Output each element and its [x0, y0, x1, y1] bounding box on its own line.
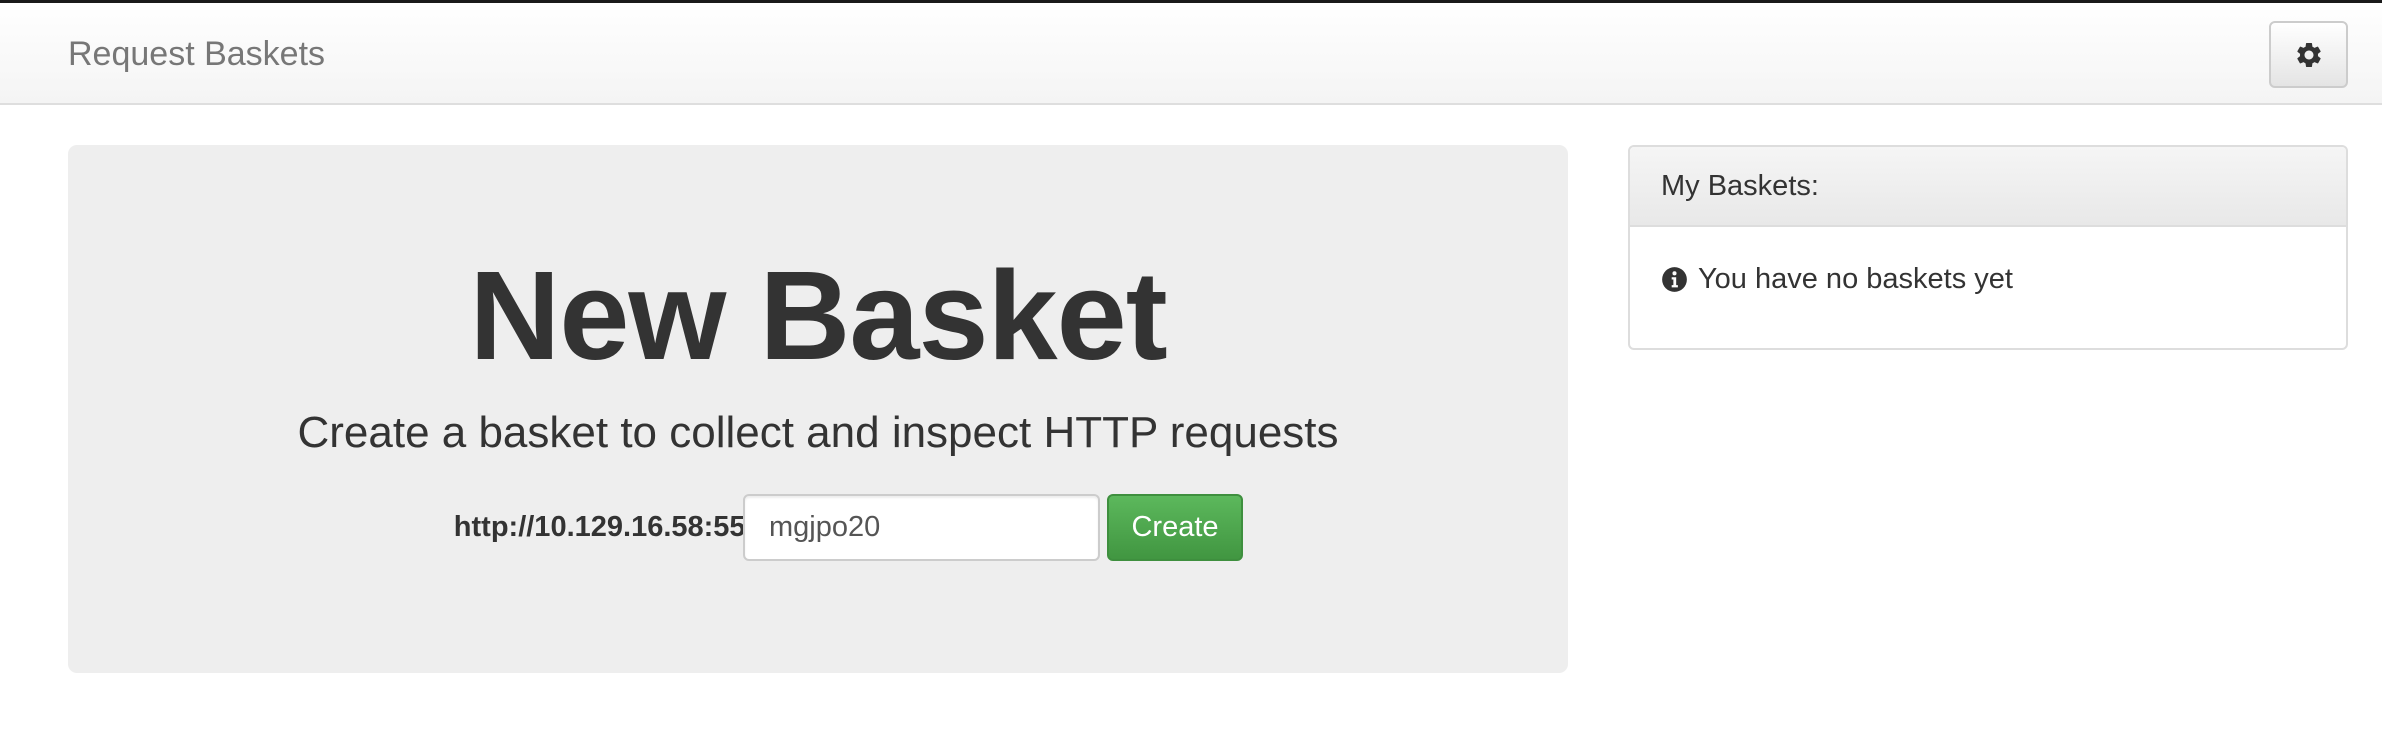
create-button[interactable]: Create	[1107, 494, 1243, 561]
my-baskets-panel: My Baskets: You have no baskets yet	[1628, 145, 2348, 350]
app-title[interactable]: Request Baskets	[68, 33, 325, 75]
navbar: Request Baskets	[0, 3, 2382, 105]
new-basket-subtitle: Create a basket to collect and inspect H…	[297, 408, 1339, 457]
settings-button[interactable]	[2269, 21, 2348, 88]
info-circle-icon	[1661, 266, 1688, 293]
new-basket-title: New Basket	[469, 245, 1167, 386]
basket-name-input[interactable]	[743, 494, 1100, 561]
my-baskets-title: My Baskets:	[1661, 169, 1819, 202]
gear-icon	[2294, 40, 2324, 70]
my-baskets-heading: My Baskets:	[1630, 147, 2346, 227]
my-baskets-body: You have no baskets yet	[1630, 227, 2346, 332]
basket-url-prefix: http://10.129.16.58:55555/	[453, 511, 802, 543]
new-basket-panel: New Basket Create a basket to collect an…	[68, 145, 1568, 673]
no-baskets-message: You have no baskets yet	[1698, 263, 2013, 295]
